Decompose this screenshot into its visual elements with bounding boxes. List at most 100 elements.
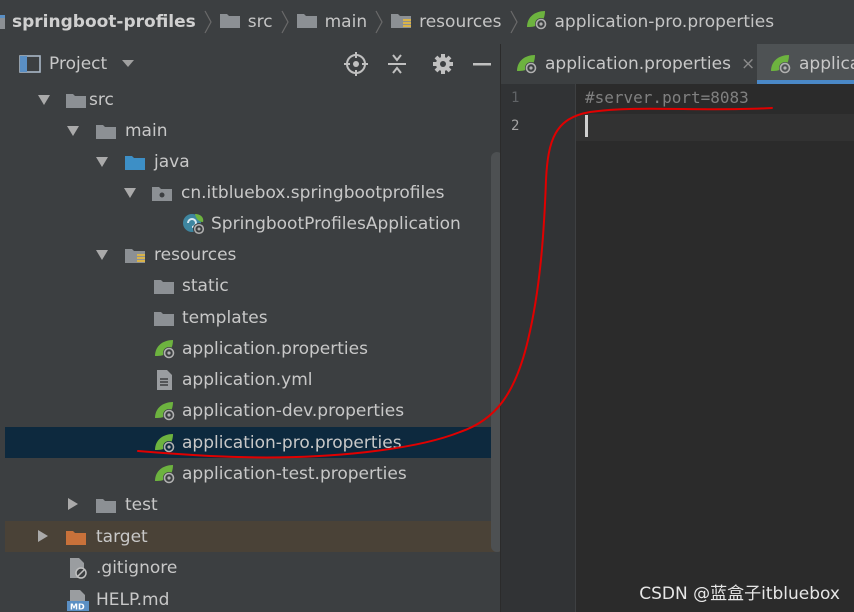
tree-item-resources[interactable]: resources	[5, 239, 500, 270]
close-icon[interactable]: ×	[741, 54, 755, 74]
yml-file-icon	[153, 369, 175, 391]
collapse-arrow-icon[interactable]	[36, 529, 50, 543]
code-editor[interactable]: 1 2 #server.port=8083	[501, 84, 854, 612]
source-folder-icon	[124, 151, 146, 173]
tree-item-label: resources	[154, 244, 237, 265]
line-number: 1	[511, 90, 520, 106]
tree-item-label: SpringbootProfilesApplication	[211, 213, 461, 234]
collapse-arrow-icon[interactable]	[66, 497, 80, 511]
expand-arrow-icon[interactable]	[95, 248, 109, 262]
tree-item-label: application-dev.properties	[182, 400, 405, 421]
module-icon	[0, 12, 6, 32]
gitignore-file-icon	[67, 557, 89, 579]
spring-boot-class-icon	[182, 213, 204, 235]
folder-icon	[153, 275, 175, 297]
code-line[interactable]: #server.port=8083	[585, 88, 749, 107]
tree-item-java[interactable]: java	[5, 146, 500, 177]
tree-item-label: application.properties	[182, 338, 368, 359]
svg-text:MD: MD	[70, 602, 85, 611]
watermark: CSDN @蓝盒子itbluebox	[639, 584, 840, 604]
tree-item-help-md[interactable]: MD HELP.md	[5, 584, 500, 612]
tree-item-test[interactable]: test	[5, 489, 500, 520]
markdown-file-icon: MD	[67, 589, 89, 611]
tree-item-main[interactable]: main	[5, 115, 500, 146]
package-icon	[151, 182, 173, 204]
expand-arrow-icon[interactable]	[123, 186, 137, 200]
tree-item-application-yml[interactable]: application.yml	[5, 364, 500, 395]
tree-item-label: application-pro.properties	[182, 432, 402, 453]
tree-item-label: application.yml	[182, 369, 313, 390]
folder-icon	[95, 494, 117, 516]
breadcrumb-file-label: application-pro.properties	[554, 12, 775, 32]
tree-item-label: application-test.properties	[182, 463, 407, 484]
spring-properties-icon	[769, 53, 793, 75]
chevron-right-icon	[374, 9, 384, 35]
tree-item-label: target	[96, 526, 148, 547]
current-line-highlight	[576, 114, 854, 141]
folder-icon	[153, 307, 175, 329]
tree-item-templates[interactable]: templates	[5, 302, 500, 333]
spring-properties-icon	[153, 400, 175, 422]
expand-arrow-icon[interactable]	[95, 155, 109, 169]
tree-item-label: test	[125, 494, 158, 515]
collapse-all-icon[interactable]	[386, 52, 408, 76]
navigation-bar: springboot-profiles src main resources a…	[0, 0, 854, 44]
tab-application-properties[interactable]: application.properties ×	[501, 44, 757, 84]
breadcrumb-module-label: springboot-profiles	[12, 12, 196, 32]
tree-item-target[interactable]: target	[5, 521, 500, 552]
hide-icon[interactable]	[472, 53, 492, 75]
tree-item-label: .gitignore	[96, 557, 178, 578]
breadcrumb-resources-label: resources	[419, 12, 502, 32]
tree-item-package[interactable]: cn.itbluebox.springbootprofiles	[5, 177, 500, 208]
spring-properties-icon	[153, 432, 175, 454]
text-caret	[585, 115, 588, 137]
folder-icon	[296, 11, 318, 34]
tree-item-application-dev-properties[interactable]: application-dev.properties	[5, 395, 500, 426]
gutter-divider	[575, 84, 576, 612]
project-tree[interactable]: src main java cn.itbluebox.springbootpro…	[5, 84, 500, 612]
tree-item-application-pro-properties[interactable]: application-pro.properties	[5, 427, 500, 458]
breadcrumb-src-label: src	[247, 12, 273, 32]
spring-properties-icon	[515, 53, 539, 75]
tree-item-label: main	[125, 120, 168, 141]
folder-icon	[219, 11, 241, 34]
tree-item-application-class[interactable]: SpringbootProfilesApplication	[5, 208, 500, 239]
breadcrumb-file[interactable]: application-pro.properties	[525, 0, 775, 44]
chevron-right-icon	[280, 9, 290, 35]
resources-folder-icon	[124, 244, 146, 266]
project-panel-title[interactable]: Project	[49, 54, 107, 74]
expand-arrow-icon[interactable]	[66, 124, 80, 138]
tab-label: applica	[799, 54, 854, 74]
chevron-down-icon[interactable]	[121, 59, 135, 69]
spring-properties-icon	[153, 463, 175, 485]
breadcrumb-src[interactable]: src	[219, 0, 273, 44]
spring-properties-icon	[525, 9, 549, 36]
tree-scrollbar[interactable]	[491, 152, 500, 552]
tree-item-label: java	[154, 151, 190, 172]
tree-item-label: src	[89, 89, 114, 110]
tree-item-application-properties[interactable]: application.properties	[5, 333, 500, 364]
spring-properties-icon	[153, 338, 175, 360]
breadcrumb-main[interactable]: main	[296, 0, 367, 44]
line-number: 2	[511, 118, 520, 134]
resources-folder-icon	[390, 11, 412, 34]
chevron-right-icon	[203, 9, 213, 35]
tab-application-pro-properties[interactable]: applica	[757, 44, 854, 84]
breadcrumb-main-label: main	[324, 12, 368, 32]
project-panel-header: Project	[5, 44, 500, 84]
tree-item-label: static	[182, 275, 229, 296]
editor-tabs: application.properties × applica	[501, 44, 854, 84]
locate-icon[interactable]	[344, 52, 368, 76]
tree-item-application-test-properties[interactable]: application-test.properties	[5, 458, 500, 489]
tree-item-gitignore[interactable]: .gitignore	[5, 552, 500, 583]
excluded-folder-icon	[65, 526, 87, 548]
folder-icon	[65, 89, 87, 111]
tree-item-label: cn.itbluebox.springbootprofiles	[181, 182, 445, 203]
breadcrumb-module[interactable]: springboot-profiles	[0, 0, 196, 44]
settings-icon[interactable]	[432, 53, 454, 75]
tree-item-src[interactable]: src	[5, 84, 500, 115]
breadcrumb-resources[interactable]: resources	[390, 0, 502, 44]
tree-item-static[interactable]: static	[5, 270, 500, 301]
tree-item-label: HELP.md	[96, 589, 170, 610]
expand-arrow-icon[interactable]	[37, 93, 51, 107]
